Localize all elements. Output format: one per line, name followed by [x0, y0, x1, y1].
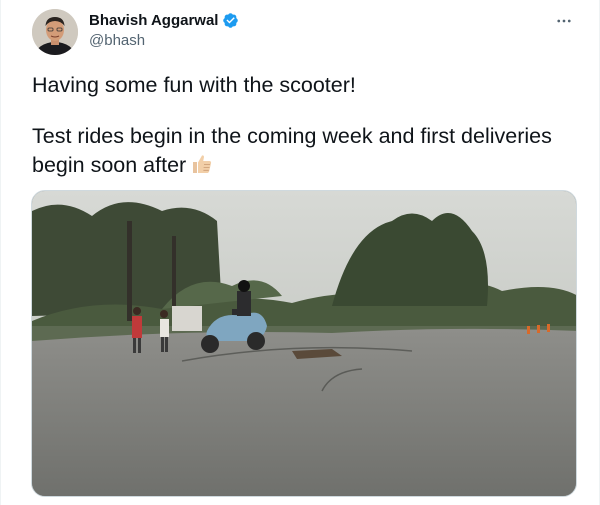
more-options-button[interactable]	[553, 11, 575, 31]
tweet-text-paragraph-2: Test rides begin in the coming week and …	[32, 122, 592, 180]
tweet-card: Bhavish Aggarwal @bhash Having some fun …	[0, 0, 600, 505]
tweet-media-video[interactable]	[31, 190, 577, 497]
author-row: Bhavish Aggarwal	[89, 12, 239, 29]
avatar-photo-icon	[32, 9, 78, 55]
author-display-name[interactable]: Bhavish Aggarwal	[89, 12, 218, 29]
avatar[interactable]	[32, 9, 78, 55]
tweet-text-line-1: Having some fun with the scooter!	[32, 73, 356, 97]
more-dots-icon	[557, 19, 571, 23]
author-handle[interactable]: @bhash	[89, 32, 145, 49]
tweet-text-line-3: begin soon after	[32, 153, 187, 177]
scooter-video-thumbnail-icon	[32, 191, 576, 496]
thumbs-up-icon	[193, 155, 212, 173]
verified-badge-icon	[223, 13, 239, 28]
tweet-text-line-2: Test rides begin in the coming week and …	[32, 124, 552, 148]
